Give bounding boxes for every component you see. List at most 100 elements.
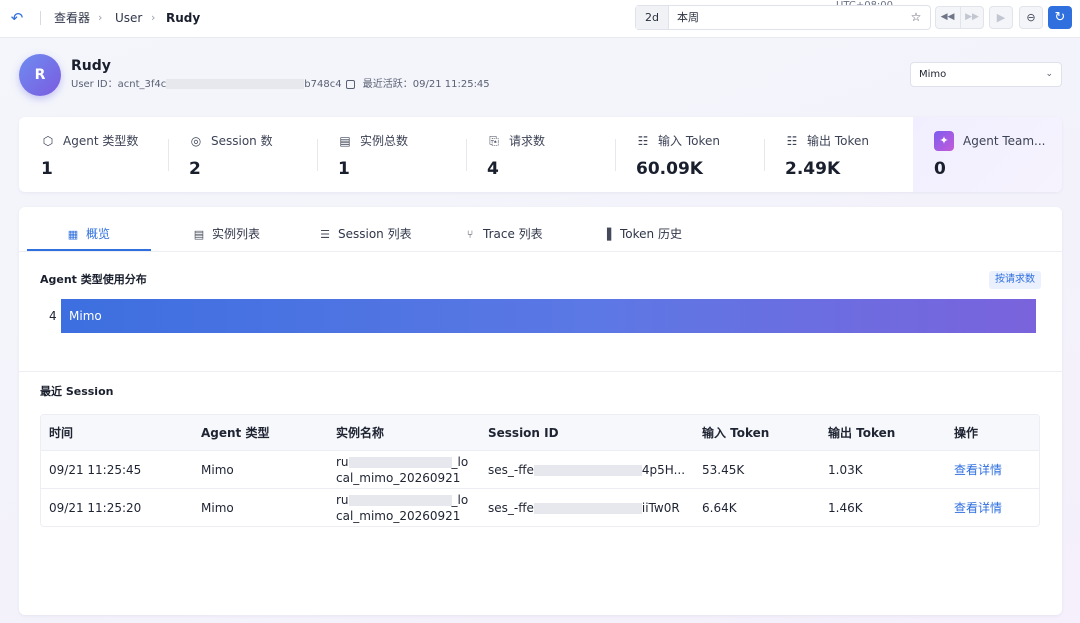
zoom-out-icon[interactable]: ⊖ — [1019, 6, 1043, 29]
column-header: 时间 — [49, 426, 74, 440]
view-details-link[interactable]: 查看详情 — [954, 489, 1002, 526]
chevron-right-icon: › — [151, 11, 156, 24]
stat-label: 实例总数 — [360, 134, 409, 148]
cell-agent: Mimo — [201, 463, 234, 477]
divider — [615, 139, 616, 171]
sparkle-icon: ✦ — [934, 131, 954, 151]
redaction-box — [533, 503, 642, 514]
dashboard-icon: ▦ — [67, 228, 79, 241]
tab-label: Session 列表 — [338, 227, 412, 241]
stat-label: 输入 Token — [658, 134, 720, 148]
instance-text: ru — [336, 493, 349, 507]
tab-sessions[interactable]: ☰ Session 列表 — [318, 226, 412, 243]
agent-select-value: Mimo — [919, 69, 947, 80]
stat-label: 输出 Token — [807, 134, 869, 148]
table-row: 09/21 11:25:20 Mimo ru _lo cal_mimo_20260… — [41, 489, 1039, 526]
divider — [19, 371, 1062, 372]
list-icon: ☰ — [320, 228, 330, 241]
play-icon[interactable]: ▶ — [989, 6, 1013, 29]
stat-value: 2.49K — [785, 159, 841, 179]
pin-icon[interactable]: ☆ — [908, 9, 924, 25]
cell-output-token: 1.46K — [828, 501, 863, 515]
step-back-icon[interactable]: ◀◀ — [936, 7, 959, 28]
stat-requests: ⎘ 请求数 4 — [487, 117, 617, 192]
breadcrumb-viewer[interactable]: 查看器 — [54, 10, 90, 26]
user-name: Rudy — [71, 58, 111, 74]
recent-session-title: 最近 Session — [40, 385, 114, 398]
view-details-link[interactable]: 查看详情 — [954, 451, 1002, 489]
redaction-box — [533, 465, 642, 476]
stat-value: 2 — [189, 159, 201, 179]
tab-label: Token 历史 — [620, 227, 682, 241]
cell-input-token: 6.64K — [702, 501, 737, 515]
stat-output-token: ☷ 输出 Token 2.49K — [785, 117, 915, 192]
list-box-icon: ▤ — [193, 228, 205, 241]
breadcrumb-current: Rudy — [166, 11, 201, 25]
user-id-label: User ID： — [71, 79, 118, 90]
divider — [317, 139, 318, 171]
cell-time: 09/21 11:25:20 — [49, 501, 142, 515]
step-forward-icon[interactable]: ▶▶ — [960, 7, 983, 28]
branch-icon: ⑂ — [466, 228, 474, 241]
copy-icon[interactable] — [345, 79, 355, 89]
hexagon-icon: ⬡ — [42, 134, 54, 148]
column-header: 操作 — [954, 426, 979, 440]
session-id-text: 4p5H... — [641, 463, 686, 477]
divider — [764, 139, 765, 171]
stat-value: 4 — [487, 159, 499, 179]
breadcrumb-user[interactable]: User — [115, 10, 142, 26]
table-header: 时间 Agent 类型 实例名称 Session ID 输入 Token 输出 … — [41, 415, 1039, 451]
user-id-suffix: b748c4 — [304, 79, 342, 90]
cell-time: 09/21 11:25:45 — [49, 463, 142, 477]
tab-traces[interactable]: ⑂ Trace 列表 — [463, 226, 543, 243]
cell-session-id: ses_-ffe 4p5H... — [488, 451, 685, 489]
request-icon: ⎘ — [489, 134, 499, 148]
divider — [168, 139, 169, 171]
tab-label: 实例列表 — [212, 227, 261, 241]
session-id-text: ses_-ffe — [488, 463, 534, 477]
tab-bar: ▦ 概览 ▤ 实例列表 ☰ Session 列表 ⑂ Trace 列表 ▐ Token 历… — [19, 207, 1062, 252]
stat-value: 60.09K — [636, 159, 703, 179]
column-header: 输出 Token — [828, 426, 896, 440]
bar-count-label: 4 — [49, 309, 57, 323]
stat-label: Agent 类型数 — [63, 134, 139, 148]
distribution-bar[interactable]: Mimo — [61, 299, 1036, 333]
chevron-right-icon: › — [98, 11, 103, 24]
instance-text: cal_mimo_20260921 — [336, 509, 461, 523]
tab-instances[interactable]: ▤ 实例列表 — [192, 226, 260, 243]
server-icon: ▤ — [339, 134, 351, 148]
sort-by-requests-button[interactable]: 按请求数 — [989, 271, 1041, 289]
agent-select[interactable]: Mimo ⌄ — [910, 62, 1062, 87]
stat-agent-team[interactable]: ✦ Agent Team... 0 — [913, 117, 1062, 192]
instance-text: ru — [336, 455, 349, 469]
session-table: 时间 Agent 类型 实例名称 Session ID 输入 Token 输出 … — [40, 414, 1040, 527]
column-header: Session ID — [488, 426, 559, 440]
divider — [466, 139, 467, 171]
avatar: R — [19, 54, 61, 96]
stat-value: 1 — [41, 159, 53, 179]
cell-input-token: 53.45K — [702, 463, 745, 477]
divider — [40, 11, 41, 25]
database-icon: ☷ — [637, 134, 649, 148]
time-range-picker[interactable]: 2d 本周 ☆ — [635, 5, 931, 30]
range-short[interactable]: 2d — [636, 6, 669, 29]
user-meta: User ID：acnt_3f4c b748c4 最近活跃：09/21 11:25… — [71, 79, 490, 91]
tab-label: Trace 列表 — [483, 227, 543, 241]
range-label: 本周 — [677, 11, 699, 24]
database-icon: ☷ — [786, 134, 798, 148]
stat-value: 0 — [934, 159, 946, 179]
back-icon[interactable]: ↶ — [8, 9, 26, 27]
refresh-icon[interactable]: ↻ — [1048, 6, 1072, 29]
instance-text: _lo — [451, 493, 469, 507]
session-id-text: ses_-ffe — [488, 501, 534, 515]
session-id-text: iiTw0R — [641, 501, 680, 515]
tab-token-history[interactable]: ▐ Token 历史 — [600, 226, 682, 243]
tab-overview[interactable]: ▦ 概览 — [66, 226, 110, 243]
top-bar: ↶ 查看器 › User › Rudy UTC+08:00 2d 本周 ☆ ◀◀… — [0, 0, 1080, 38]
table-row: 09/21 11:25:45 Mimo ru _lo cal_mimo_20260… — [41, 451, 1039, 489]
redaction-box — [348, 495, 452, 506]
main-panel: ▦ 概览 ▤ 实例列表 ☰ Session 列表 ⑂ Trace 列表 ▐ Token 历… — [19, 207, 1062, 615]
instance-text: cal_mimo_20260921 — [336, 471, 461, 485]
distribution-title: Agent 类型使用分布 — [40, 273, 147, 286]
stat-label: Agent Team... — [963, 134, 1046, 148]
